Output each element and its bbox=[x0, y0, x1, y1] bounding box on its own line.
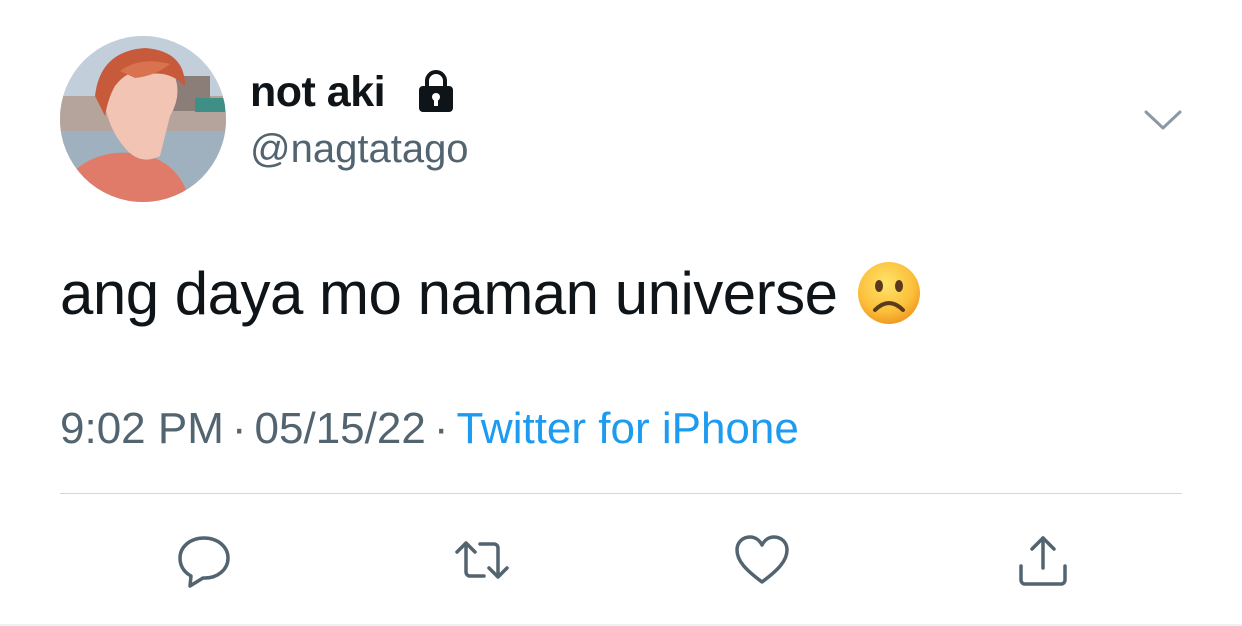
tweet-meta: 9:02 PM · 05/15/22 · Twitter for iPhone bbox=[60, 402, 799, 456]
tweet-body: ang daya mo naman universe bbox=[60, 260, 838, 327]
like-icon bbox=[735, 535, 789, 584]
separator-dot: · bbox=[231, 404, 247, 453]
tweet-source-link[interactable]: Twitter for iPhone bbox=[456, 404, 798, 453]
chevron-down-icon[interactable] bbox=[1138, 100, 1188, 140]
avatar-photo bbox=[60, 36, 226, 202]
reply-icon bbox=[178, 536, 230, 588]
user-handle[interactable]: @nagtatago bbox=[250, 126, 469, 172]
share-button[interactable] bbox=[1013, 530, 1073, 590]
reply-button[interactable] bbox=[174, 530, 234, 590]
lock-icon bbox=[419, 70, 453, 112]
tweet-text: ang daya mo naman universe bbox=[60, 258, 922, 330]
divider bbox=[60, 493, 1182, 494]
separator-dot: · bbox=[433, 404, 449, 453]
share-icon bbox=[1019, 536, 1067, 586]
retweet-button[interactable] bbox=[452, 530, 512, 590]
tweet-time[interactable]: 9:02 PM bbox=[60, 404, 224, 453]
retweet-icon bbox=[455, 541, 509, 579]
avatar[interactable] bbox=[60, 36, 226, 202]
display-name[interactable]: not aki bbox=[250, 68, 386, 116]
frowning-face-emoji bbox=[857, 262, 920, 325]
tweet-date[interactable]: 05/15/22 bbox=[255, 404, 426, 453]
tweet-card: not aki @nagtatago ang daya mo naman uni… bbox=[0, 0, 1242, 626]
like-button[interactable] bbox=[732, 530, 792, 590]
